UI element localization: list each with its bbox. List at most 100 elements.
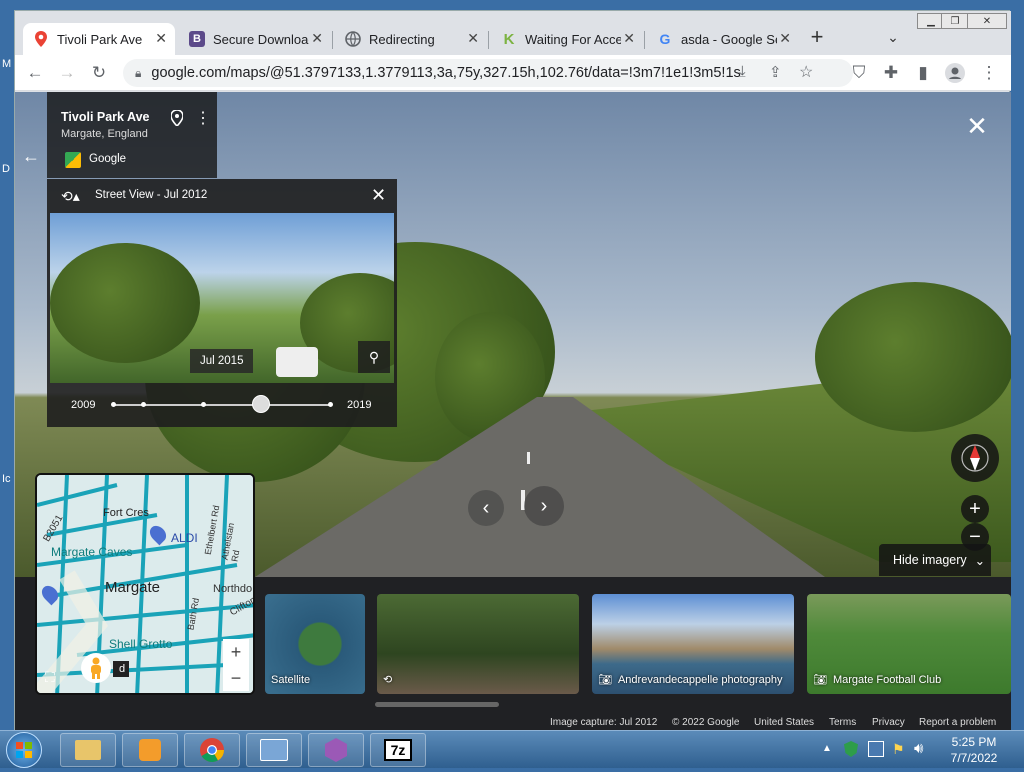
close-tab-icon[interactable]: ✕ — [467, 30, 479, 47]
maximize-button[interactable]: ❐ — [941, 13, 969, 29]
desktop-icon-label: D — [2, 163, 10, 175]
tab-title: Waiting For Access — [525, 31, 621, 47]
tab-secure-download[interactable]: B Secure Download ✕ — [179, 23, 331, 55]
clock-date: 7/7/2022 — [950, 751, 998, 765]
map-footer: Image capture: Jul 2012 © 2022 Google Un… — [15, 717, 1011, 731]
map-label: Shell Grotto — [109, 637, 173, 651]
history-clock-icon[interactable]: ⟲▴ — [61, 188, 80, 205]
tab-strip: Tivoli Park Ave - Google Maps ✕ B Secure… — [15, 11, 1011, 55]
action-center-flag-icon[interactable]: ⚑ — [892, 741, 905, 758]
map-label: Margate — [105, 579, 161, 596]
google-maps-icon — [33, 31, 49, 47]
hide-imagery-label: Hide imagery — [893, 553, 967, 567]
card-label: 📷︎ Margate Football Club — [813, 673, 942, 687]
satellite-card[interactable]: Satellite — [265, 594, 365, 694]
control-panel-icon[interactable] — [246, 733, 302, 767]
show-hidden-icons-icon[interactable]: ▲ — [822, 743, 832, 754]
back-arrow-icon[interactable]: ← — [19, 144, 43, 168]
google-icon: G — [659, 31, 671, 47]
close-street-view-icon[interactable]: ✕ — [963, 111, 991, 141]
tab-title: Secure Download — [213, 31, 309, 47]
clock-time: 5:25 PM — [951, 735, 997, 749]
tab-separator — [488, 31, 489, 49]
close-tab-icon[interactable]: ✕ — [155, 30, 167, 47]
photo-card-harbour[interactable]: 📷︎ Andrevandecappelle photography — [592, 594, 794, 694]
k-letter-icon: K — [503, 30, 515, 48]
tab-google-maps[interactable]: Tivoli Park Ave - Google Maps ✕ — [23, 23, 175, 55]
hide-imagery-button[interactable]: Hide imagery ⌄ — [879, 544, 991, 576]
tab-search-chevron-icon[interactable]: ⌄ — [881, 25, 905, 49]
move-back-arrow-icon[interactable]: ‹ — [468, 490, 504, 526]
slider-start-year: 2009 — [71, 399, 96, 411]
file-explorer-icon[interactable] — [60, 733, 116, 767]
close-tab-icon[interactable]: ✕ — [311, 30, 323, 47]
tab-redirecting[interactable]: Redirecting ✕ — [335, 23, 487, 55]
7zip-icon[interactable]: 7z — [370, 733, 426, 767]
slider-tick — [201, 402, 206, 407]
back-arrow-icon[interactable]: ← — [23, 61, 47, 85]
zoom-magnifier-icon[interactable]: ⚲ — [358, 341, 390, 373]
slider-tick — [328, 402, 333, 407]
zoom-in-button[interactable]: + — [961, 495, 989, 523]
map-partial-label: d — [113, 661, 130, 677]
bookmark-star-icon[interactable]: ☆ — [799, 62, 813, 82]
timeline-slider-track[interactable] — [111, 395, 333, 413]
share-icon[interactable]: ⇪ — [769, 63, 782, 81]
slider-tick — [111, 402, 116, 407]
double-chevron-down-icon: ⌄ — [974, 553, 986, 568]
start-button[interactable] — [6, 732, 42, 768]
reload-icon[interactable]: ↻ — [87, 61, 111, 85]
street-view-card[interactable]: ⟲ — [377, 594, 579, 694]
profile-avatar-icon[interactable] — [943, 61, 967, 85]
privacy-link[interactable]: Privacy — [872, 717, 905, 728]
system-clock[interactable]: 5:25 PM 7/7/2022 — [944, 734, 1004, 766]
report-problem-link[interactable]: Report a problem — [919, 717, 996, 728]
tab-title: asda - Google Search — [681, 31, 777, 47]
close-tab-icon[interactable]: ✕ — [779, 30, 791, 47]
address-bar[interactable]: 🔒︎ google.com/maps/@51.3797133,1.3779113… — [123, 59, 853, 87]
side-panel-icon[interactable]: ▮ — [911, 61, 935, 85]
tab-google-search[interactable]: G asda - Google Search ✕ — [647, 23, 799, 55]
security-shield-tray-icon[interactable] — [844, 741, 858, 757]
close-tab-icon[interactable]: ✕ — [623, 30, 635, 47]
tab-waiting-for-access[interactable]: K Waiting For Access ✕ — [491, 23, 643, 55]
mini-map[interactable]: Fort Cres ALDI Margate Caves Margate She… — [35, 473, 255, 695]
tab-title: Tivoli Park Ave - Google Maps — [57, 31, 143, 47]
new-tab-button[interactable]: + — [805, 24, 829, 49]
region-link[interactable]: United States — [754, 717, 814, 728]
close-window-button[interactable]: ✕ — [967, 13, 1007, 29]
network-tray-icon[interactable] — [868, 741, 884, 757]
shield-app-icon[interactable] — [308, 733, 364, 767]
slider-end-year: 2019 — [347, 399, 372, 411]
photo-card-football[interactable]: 📷︎ Margate Football Club — [807, 594, 1011, 694]
map-zoom-out-button[interactable]: − — [223, 665, 249, 691]
card-label: Satellite — [271, 674, 311, 686]
terms-link[interactable]: Terms — [829, 717, 856, 728]
extensions-puzzle-icon[interactable]: ✚ — [879, 61, 903, 85]
volume-tray-icon[interactable]: 🔊︎ — [914, 740, 923, 757]
install-app-icon[interactable]: ⤓ — [739, 63, 746, 80]
forward-arrow-icon[interactable]: → — [55, 61, 79, 85]
extension-shield-icon[interactable]: ⛉ — [847, 61, 871, 85]
card-label: 📷︎ Andrevandecappelle photography — [598, 673, 783, 687]
strip-scrollbar[interactable] — [375, 702, 499, 707]
lock-icon: 🔒︎ — [135, 65, 142, 80]
location-title: Tivoli Park Ave — [61, 110, 150, 124]
camera-icon: 📷︎ — [598, 674, 612, 686]
chrome-icon[interactable] — [184, 733, 240, 767]
expand-map-icon[interactable]: ⛶ — [45, 669, 55, 686]
historical-imagery-thumbnail[interactable]: Jul 2015 ⚲ — [50, 213, 394, 383]
browser-menu-icon[interactable]: ⋮ — [977, 61, 1001, 85]
url-text: google.com/maps/@51.3797133,1.3779113,3a… — [151, 65, 742, 81]
media-player-icon[interactable] — [122, 733, 178, 767]
map-pin-icon[interactable] — [170, 109, 184, 130]
compass-icon[interactable] — [951, 434, 999, 482]
close-panel-icon[interactable]: ✕ — [371, 185, 386, 206]
timeline-slider-thumb[interactable] — [252, 395, 271, 413]
map-zoom-in-button[interactable]: + — [223, 639, 249, 665]
pegman-icon[interactable] — [81, 653, 111, 683]
tree — [815, 282, 1011, 432]
more-options-icon[interactable]: ⋮ — [195, 108, 211, 128]
map-label: Margate Caves — [51, 545, 133, 559]
move-forward-arrow-icon[interactable]: › — [524, 486, 564, 526]
